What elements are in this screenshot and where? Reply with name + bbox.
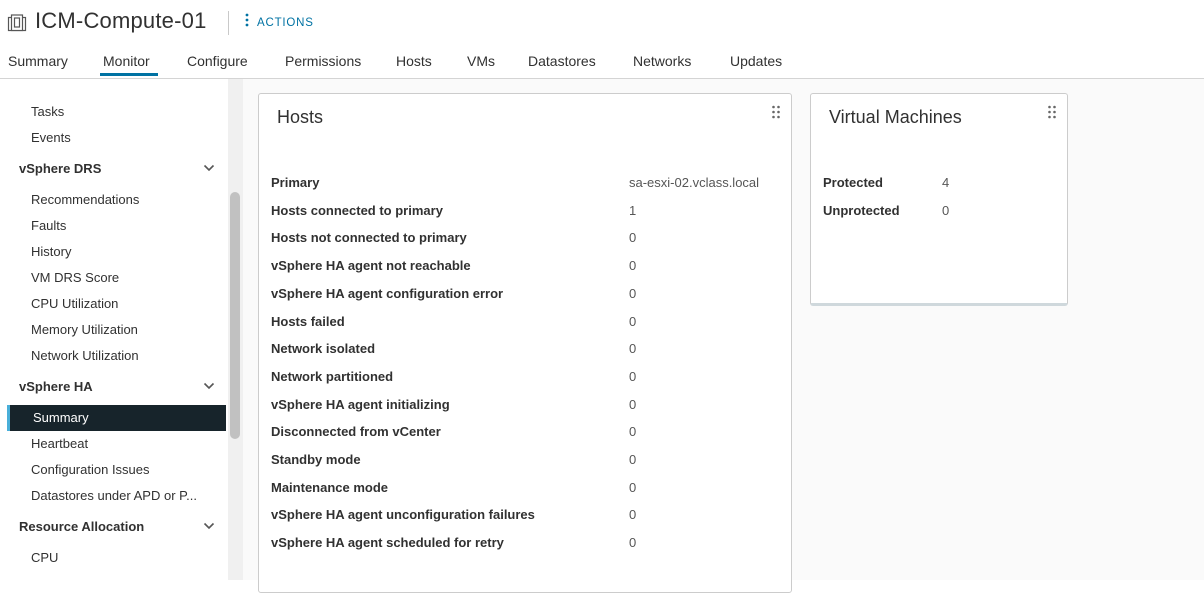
- row-value: 0: [629, 230, 637, 246]
- tab-bar: Summary Monitor Configure Permissions Ho…: [0, 46, 1204, 79]
- row-value: 0: [942, 203, 950, 218]
- row-label: Primary: [271, 175, 320, 190]
- row-value: 0: [629, 285, 637, 301]
- tab-monitor[interactable]: Monitor: [103, 53, 150, 69]
- sidebar-item-vm-drs-score[interactable]: VM DRS Score: [31, 270, 119, 285]
- sidebar-item-history[interactable]: History: [31, 244, 71, 259]
- row-value: 0: [629, 452, 637, 467]
- sidebar-item-label: Summary: [33, 410, 89, 425]
- sidebar-group-label: vSphere HA: [19, 379, 93, 394]
- tab-networks[interactable]: Networks: [633, 53, 691, 69]
- sidebar-group-label: Resource Allocation: [19, 519, 145, 534]
- card-title: Virtual Machines: [829, 107, 962, 127]
- tab-datastores[interactable]: Datastores: [528, 53, 596, 69]
- tab-updates[interactable]: Updates: [730, 53, 782, 69]
- row-label: vSphere HA agent initializing: [271, 396, 450, 412]
- row-label: Unprotected: [823, 203, 900, 218]
- sidebar-item-ha-summary[interactable]: Summary: [7, 405, 226, 431]
- sidebar-item-tasks[interactable]: Tasks: [31, 104, 64, 119]
- row-value: 0: [629, 368, 637, 384]
- row-value: 0: [629, 535, 637, 551]
- sidebar-item-recommendations[interactable]: Recommendations: [31, 192, 139, 207]
- row-value: 4: [942, 175, 950, 190]
- row-label: vSphere HA agent scheduled for retry: [271, 535, 504, 551]
- selection-indicator: [7, 405, 10, 431]
- row-label: vSphere HA agent unconfiguration failure…: [271, 507, 535, 523]
- row-label: vSphere HA agent configuration error: [271, 285, 504, 301]
- cluster-icon: [7, 14, 27, 32]
- actions-label: ACTIONS: [257, 17, 314, 29]
- sidebar-item-network-utilization[interactable]: Network Utilization: [31, 348, 139, 363]
- row-value: 0: [629, 396, 637, 412]
- row-label: Hosts connected to primary: [271, 202, 443, 218]
- sidebar-item-heartbeat[interactable]: Heartbeat: [31, 436, 88, 451]
- chevron-down-icon: [203, 164, 215, 172]
- header-divider: [228, 11, 229, 35]
- sidebar-group-resource-allocation[interactable]: Resource Allocation: [19, 519, 219, 534]
- hosts-card: Hosts Primary sa-esxi-02.vclass.local Host…: [258, 93, 792, 593]
- row-value: 0: [629, 479, 637, 495]
- sidebar-item-cpu[interactable]: CPU: [31, 550, 58, 565]
- row-label: Maintenance mode: [271, 479, 389, 495]
- tab-permissions[interactable]: Permissions: [285, 53, 361, 69]
- row-label: Network isolated: [271, 341, 376, 357]
- sidebar-item-cpu-utilization[interactable]: CPU Utilization: [31, 296, 118, 311]
- monitor-sidebar: Tasks Events vSphere DRS Recommendations…: [0, 79, 228, 580]
- drag-handle-icon[interactable]: [1047, 105, 1057, 119]
- tab-vms[interactable]: VMs: [467, 53, 495, 69]
- row-label: Network partitioned: [271, 368, 394, 384]
- card-title: Hosts: [277, 107, 324, 127]
- sidebar-scrollbar-thumb[interactable]: [230, 192, 240, 439]
- object-header: ICM-Compute-01 ACTIONS: [0, 0, 1204, 46]
- chevron-down-icon: [203, 522, 215, 530]
- tab-hosts[interactable]: Hosts: [396, 53, 432, 69]
- row-value: 0: [629, 313, 637, 329]
- row-value: 0: [629, 424, 637, 440]
- sidebar-group-vsphere-drs[interactable]: vSphere DRS: [19, 161, 219, 176]
- row-value: 1: [629, 202, 637, 218]
- row-label: Disconnected from vCenter: [271, 424, 441, 440]
- chevron-down-icon: [203, 382, 215, 390]
- row-value: 0: [629, 507, 637, 523]
- sidebar-item-faults[interactable]: Faults: [31, 218, 66, 233]
- row-label: Hosts not connected to primary: [271, 230, 467, 246]
- tab-configure[interactable]: Configure: [187, 53, 248, 69]
- row-label: Protected: [823, 175, 883, 190]
- row-label: vSphere HA agent not reachable: [271, 258, 471, 274]
- row-label: Standby mode: [271, 452, 361, 467]
- sidebar-item-datastores-apd[interactable]: Datastores under APD or P...: [31, 488, 197, 503]
- row-value: 0: [629, 258, 637, 274]
- actions-menu-button[interactable]: ACTIONS: [244, 13, 314, 33]
- active-tab-indicator: [100, 73, 158, 76]
- page-title: ICM-Compute-01: [35, 8, 207, 33]
- sidebar-group-vsphere-ha[interactable]: vSphere HA: [19, 379, 219, 394]
- row-value: sa-esxi-02.vclass.local: [629, 175, 760, 190]
- virtual-machines-card: Virtual Machines Protected 4 Unprotected 0: [810, 93, 1068, 306]
- sidebar-group-label: vSphere DRS: [19, 161, 102, 176]
- drag-handle-icon[interactable]: [771, 105, 781, 119]
- sidebar-item-memory-utilization[interactable]: Memory Utilization: [31, 322, 138, 337]
- sidebar-item-configuration-issues[interactable]: Configuration Issues: [31, 462, 150, 477]
- row-label: Hosts failed: [271, 313, 345, 329]
- row-value: 0: [629, 341, 637, 357]
- sidebar-item-events[interactable]: Events: [31, 130, 71, 145]
- vertical-ellipsis-icon: [244, 12, 250, 34]
- tab-summary[interactable]: Summary: [8, 53, 68, 69]
